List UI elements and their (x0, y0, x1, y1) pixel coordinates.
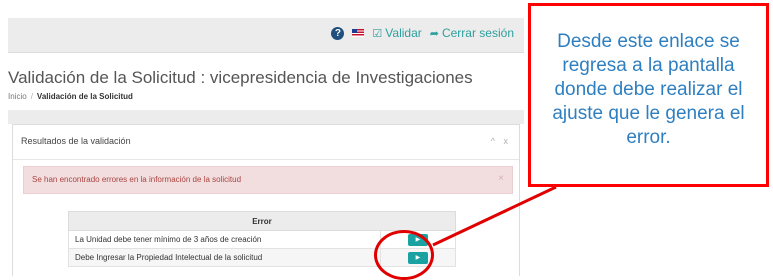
annotation-callout: Desde este enlace se regresa a la pantal… (528, 3, 769, 187)
callout-text: Desde este enlace se regresa a la pantal… (552, 31, 745, 148)
highlight-ring (374, 230, 434, 280)
